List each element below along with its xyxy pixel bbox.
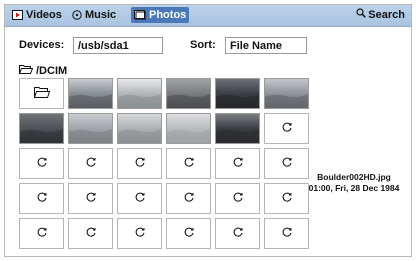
loading-thumbnail-tile[interactable]	[264, 113, 309, 144]
tab-videos[interactable]: Videos	[9, 7, 65, 23]
refresh-icon	[281, 225, 293, 243]
selected-filename: Boulder002HD.jpg	[317, 172, 391, 182]
loading-thumbnail-tile[interactable]	[166, 148, 211, 179]
photo-thumbnail[interactable]	[264, 78, 309, 109]
refresh-icon	[36, 225, 48, 243]
photo-image	[69, 114, 112, 143]
refresh-icon	[134, 225, 146, 243]
devices-label: Devices:	[19, 39, 65, 51]
refresh-icon	[85, 155, 97, 173]
loading-thumbnail-tile[interactable]	[117, 148, 162, 179]
refresh-icon	[281, 155, 293, 173]
search-icon	[356, 7, 367, 23]
photo-thumbnail[interactable]	[68, 78, 113, 109]
refresh-icon	[232, 155, 244, 173]
refresh-icon	[281, 120, 293, 138]
refresh-icon	[36, 190, 48, 208]
refresh-icon	[183, 225, 195, 243]
loading-thumbnail-tile[interactable]	[117, 218, 162, 249]
loading-thumbnail-tile[interactable]	[264, 218, 309, 249]
refresh-icon	[183, 155, 195, 173]
refresh-icon	[85, 190, 97, 208]
photo-image	[118, 79, 161, 108]
refresh-icon	[85, 225, 97, 243]
refresh-icon	[232, 190, 244, 208]
selected-datetime: 01:00, Fri, 28 Dec 1984	[308, 183, 400, 193]
refresh-icon	[36, 155, 48, 173]
photo-image	[167, 114, 210, 143]
folder-name: /DCIM	[36, 64, 68, 77]
refresh-icon	[183, 190, 195, 208]
sort-field[interactable]: File Name	[225, 37, 307, 54]
loading-thumbnail-tile[interactable]	[68, 218, 113, 249]
sort-label: Sort:	[190, 39, 216, 51]
photo-thumbnail[interactable]	[166, 113, 211, 144]
refresh-icon	[281, 190, 293, 208]
photo-thumbnail[interactable]	[215, 78, 260, 109]
photo-image	[265, 79, 308, 108]
loading-thumbnail-tile[interactable]	[19, 218, 64, 249]
photo-browser-window: Videos Music Photos Search Devices: /usb…	[4, 4, 412, 257]
photo-thumbnail[interactable]	[117, 113, 162, 144]
search-label: Search	[368, 9, 405, 21]
photo-image	[167, 79, 210, 108]
photos-icon	[134, 10, 146, 20]
photo-image	[216, 114, 259, 143]
thumbnail-grid	[19, 78, 309, 249]
loading-thumbnail-tile[interactable]	[19, 183, 64, 214]
loading-thumbnail-tile[interactable]	[166, 218, 211, 249]
loading-thumbnail-tile[interactable]	[19, 148, 64, 179]
photo-image	[118, 114, 161, 143]
current-folder: /DCIM	[18, 64, 68, 77]
refresh-icon	[134, 190, 146, 208]
photo-image	[69, 79, 112, 108]
loading-thumbnail-tile[interactable]	[215, 218, 260, 249]
photo-thumbnail[interactable]	[68, 113, 113, 144]
photo-thumbnail[interactable]	[215, 113, 260, 144]
tab-music[interactable]: Music	[69, 7, 119, 23]
tab-videos-label: Videos	[26, 9, 62, 21]
parent-folder-tile[interactable]	[19, 78, 64, 109]
devices-field[interactable]: /usb/sda1	[73, 37, 163, 54]
refresh-icon	[232, 225, 244, 243]
media-tab-bar: Videos Music Photos Search	[5, 5, 411, 27]
tab-photos[interactable]: Photos	[131, 7, 190, 23]
open-folder-icon	[18, 64, 34, 77]
photo-thumbnail[interactable]	[166, 78, 211, 109]
video-icon	[12, 10, 23, 20]
photo-thumbnail[interactable]	[19, 113, 64, 144]
tab-photos-label: Photos	[149, 9, 187, 21]
photo-image	[216, 79, 259, 108]
refresh-icon	[134, 155, 146, 173]
search-button[interactable]: Search	[356, 7, 405, 23]
music-icon	[72, 10, 82, 20]
photo-image	[20, 114, 63, 143]
loading-thumbnail-tile[interactable]	[68, 183, 113, 214]
loading-thumbnail-tile[interactable]	[166, 183, 211, 214]
loading-thumbnail-tile[interactable]	[215, 148, 260, 179]
loading-thumbnail-tile[interactable]	[215, 183, 260, 214]
selected-file-info: Boulder002HD.jpg 01:00, Fri, 28 Dec 1984	[303, 172, 405, 194]
loading-thumbnail-tile[interactable]	[68, 148, 113, 179]
loading-thumbnail-tile[interactable]	[117, 183, 162, 214]
folder-icon	[33, 85, 50, 103]
photo-thumbnail[interactable]	[117, 78, 162, 109]
tab-music-label: Music	[85, 9, 117, 21]
